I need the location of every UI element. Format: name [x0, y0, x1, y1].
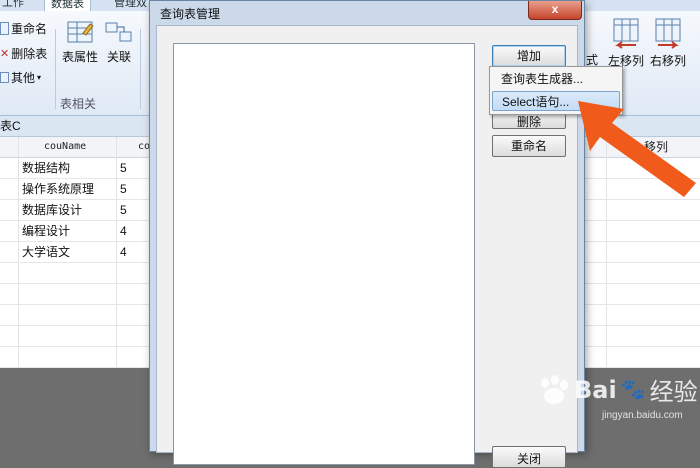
cell-value: 5	[120, 161, 127, 175]
ribbon-separator	[55, 29, 56, 109]
orange-annotation-arrow-icon	[578, 101, 696, 197]
cell-couname: 数据库设计	[22, 203, 83, 217]
delete-button-label: 删除	[516, 115, 541, 129]
add-button[interactable]: 增加	[492, 45, 566, 67]
tab-datatable[interactable]: 数据表	[44, 0, 91, 11]
delete-table-button[interactable]: ✕ 删除表	[0, 45, 47, 62]
close-icon: x	[551, 2, 559, 16]
rename-table-label: 重命名	[11, 22, 48, 36]
other-label: 其他	[11, 71, 36, 85]
cell-value: 5	[120, 182, 127, 196]
cell-couname: 数据结构	[22, 161, 71, 175]
watermark-brand: Bai	[574, 375, 617, 404]
relation-label: 关联	[106, 50, 131, 64]
cell-value: 4	[120, 245, 127, 259]
close-button[interactable]: 关闭	[492, 446, 566, 468]
watermark-url: jingyan.baidu.com	[602, 410, 683, 421]
paw-logo-icon	[541, 374, 568, 404]
ribbon-group-label: 表相关	[60, 97, 97, 111]
tab-manage[interactable]: 管理双	[108, 0, 153, 10]
cell-couname: 操作系统原理	[22, 182, 95, 196]
other-menu-button[interactable]: 其他 ▾	[0, 69, 41, 86]
close-button-label: 关闭	[516, 452, 541, 466]
cell-value: 5	[120, 203, 127, 217]
rename-table-button[interactable]: 重命名	[0, 20, 47, 37]
watermark-suffix: 经验	[649, 379, 698, 406]
other-icon	[0, 72, 9, 83]
move-right-column-icon	[655, 18, 681, 49]
cell-value: 4	[120, 224, 127, 238]
relation-icon	[105, 22, 132, 42]
column-header-couname[interactable]: couName	[44, 137, 86, 157]
partial-ribbon-label: 式	[585, 53, 598, 67]
chevron-down-icon: ▾	[37, 73, 42, 82]
rename-icon	[0, 22, 9, 35]
move-right-column-label: 右移列	[649, 54, 686, 68]
paw-small-icon: 🐾	[620, 379, 646, 401]
tab-work[interactable]: 工作	[0, 0, 30, 10]
ribbon-separator	[140, 29, 141, 109]
close-window-button[interactable]: x	[528, 1, 582, 20]
table-properties-icon	[67, 21, 94, 43]
cell-couname: 编程设计	[22, 224, 71, 238]
dialog-title: 查询表管理	[160, 7, 221, 21]
relation-button[interactable]: 关联	[104, 19, 134, 65]
cell-couname: 大学语文	[22, 245, 71, 259]
query-table-listbox[interactable]	[173, 43, 475, 465]
move-left-column-icon	[613, 18, 639, 49]
move-right-column-button[interactable]: 右移列	[648, 17, 688, 69]
menu-item-query-builder[interactable]: 查询表生成器...	[492, 69, 620, 89]
move-left-column-button[interactable]: 左移列	[606, 17, 646, 69]
delete-table-label: 删除表	[11, 47, 48, 61]
delete-x-icon: ✕	[0, 48, 10, 60]
baidu-jingyan-watermark: Bai 🐾 经验	[536, 372, 698, 407]
rename-button[interactable]: 重命名	[492, 135, 566, 157]
table-properties-button[interactable]: 表属性	[60, 19, 100, 65]
table-properties-label: 表属性	[61, 50, 98, 64]
